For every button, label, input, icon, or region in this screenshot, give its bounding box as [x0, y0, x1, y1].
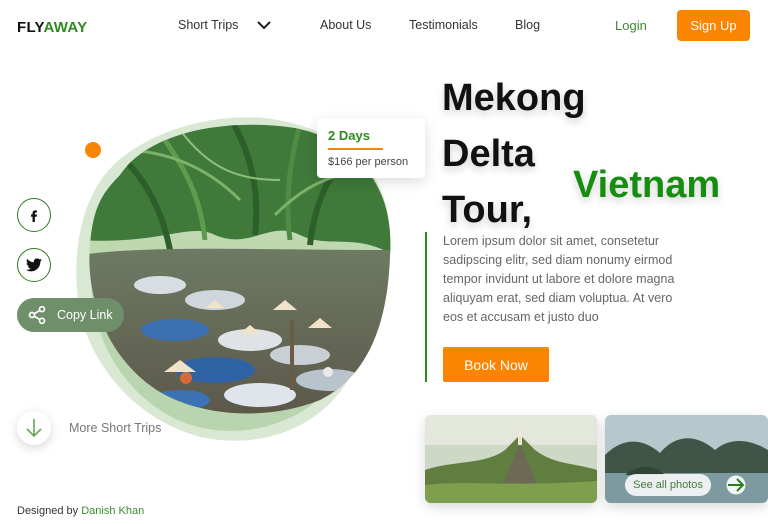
book-now-button[interactable]: Book Now [443, 347, 549, 382]
nav-testimonials[interactable]: Testimonials [409, 18, 478, 32]
nav-about-us[interactable]: About Us [320, 18, 371, 32]
arrow-down-icon [26, 419, 42, 438]
see-all-photos-button[interactable]: See all photos [625, 474, 711, 496]
twitter-icon [26, 258, 42, 272]
designer-link[interactable]: Danish Khan [81, 505, 144, 517]
page-title: Mekong Delta Tour, [442, 70, 586, 238]
title-line-2: Delta [442, 133, 535, 175]
facebook-icon [31, 210, 37, 222]
brand-logo[interactable]: FLYAWAY [17, 19, 87, 36]
decorative-dot [85, 142, 101, 158]
title-line-1: Mekong [442, 77, 586, 119]
tour-duration-card: 2 Days $166 per person [317, 118, 425, 178]
login-link[interactable]: Login [615, 18, 647, 33]
more-trips-label[interactable]: More Short Trips [69, 421, 161, 435]
title-accent: Vietnam [573, 164, 721, 206]
chevron-down-icon[interactable] [255, 16, 273, 34]
signup-button[interactable]: Sign Up [677, 10, 750, 41]
next-photo-button[interactable] [722, 473, 750, 497]
share-icon [28, 305, 46, 325]
copy-link-button[interactable]: Copy Link [17, 298, 124, 332]
nav-blog[interactable]: Blog [515, 18, 540, 32]
tour-description: Lorem ipsum dolor sit amet, consetetur s… [443, 234, 675, 324]
arrow-right-icon [726, 475, 746, 495]
price-text: $166 per person [328, 156, 409, 168]
more-trips-button[interactable] [17, 411, 51, 445]
credit-prefix: Designed by [17, 505, 79, 517]
backdrop-blob-inner [90, 138, 381, 431]
copy-link-label: Copy Link [57, 308, 113, 322]
description-accent-bar [425, 232, 427, 382]
nav-short-trips[interactable]: Short Trips [178, 18, 238, 32]
gallery-photo-1[interactable] [425, 415, 597, 503]
credit-line: Designed by Danish Khan [17, 505, 144, 517]
facebook-button[interactable] [17, 198, 51, 232]
duration-text: 2 Days [328, 128, 370, 143]
title-line-3: Tour, [442, 189, 533, 231]
mountain-temple-photo [425, 415, 597, 503]
twitter-button[interactable] [17, 248, 51, 282]
duration-underline [328, 148, 383, 150]
brand-logo-part1: FLY [17, 19, 44, 36]
brand-logo-part2: AWAY [43, 19, 88, 36]
